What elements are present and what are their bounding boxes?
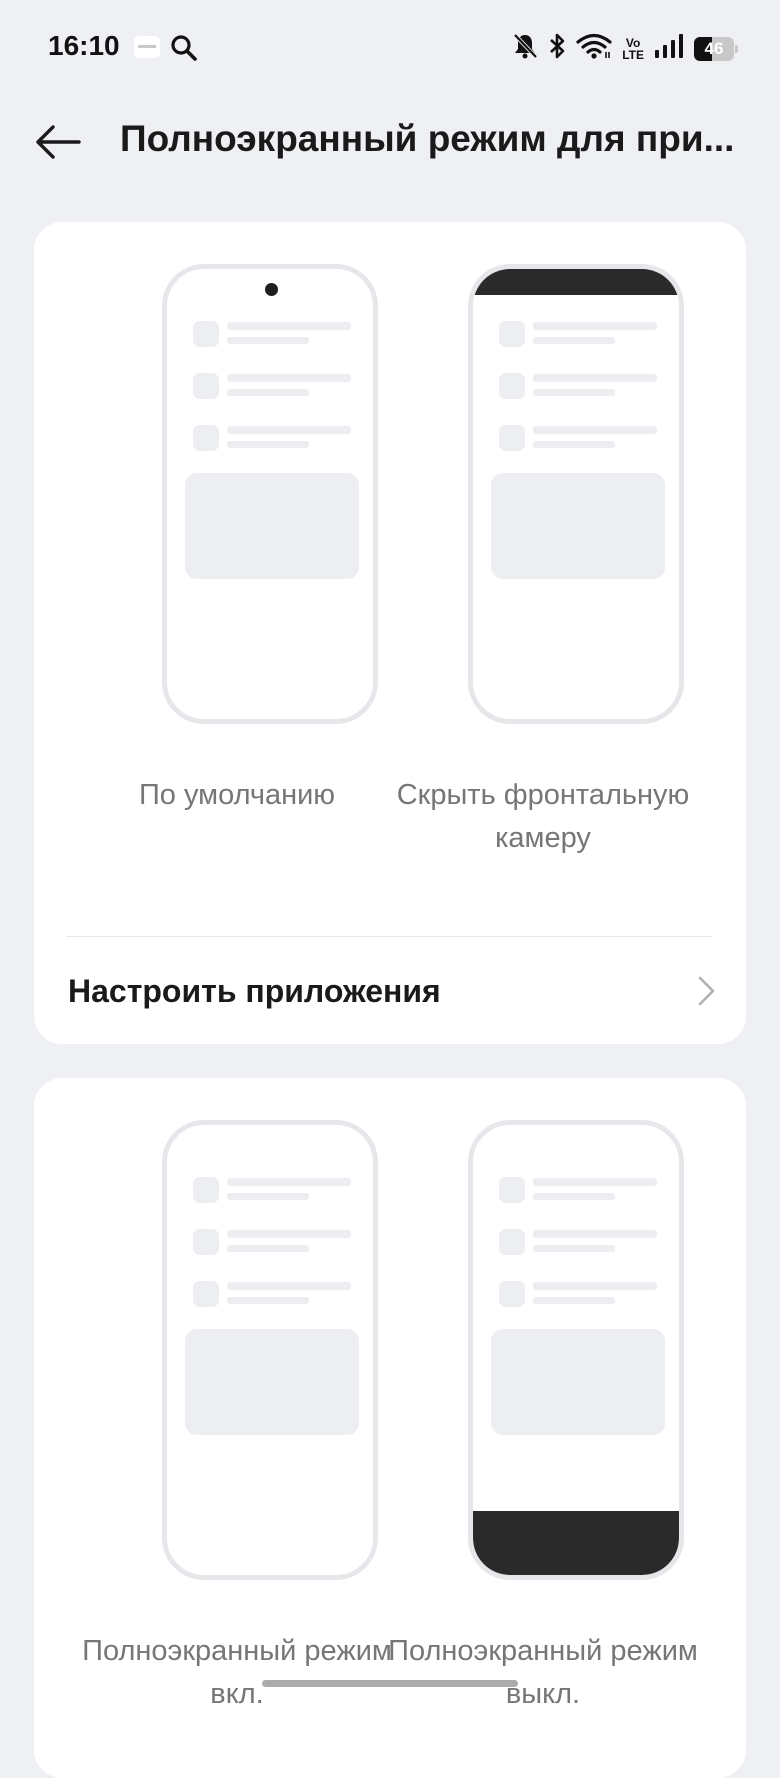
preview-list-item (193, 321, 353, 347)
fullscreen-mode-card: Полноэкранный режим вкл. Полноэкранный р… (34, 1078, 746, 1778)
preview-content-block (185, 473, 359, 579)
preview-list-item (499, 373, 659, 399)
battery-icon: 46 (694, 36, 738, 61)
phone-preview-camera-hidden (468, 264, 684, 724)
preview-content-block (491, 473, 665, 579)
preview-list-item (193, 1281, 353, 1307)
volte-bottom-label: LTE (622, 47, 644, 62)
preview-list-item (193, 373, 353, 399)
status-icons: Vo LTE 46 (512, 32, 738, 65)
configure-apps-label: Настроить приложения (68, 973, 441, 1009)
preview-list-item (193, 1177, 353, 1203)
phone-preview-fullscreen-on (162, 1120, 378, 1580)
battery-level: 46 (704, 38, 724, 58)
preview-list-item (499, 1281, 659, 1307)
option-label: Скрыть фронтальную камеру (396, 779, 690, 854)
search-icon (170, 34, 198, 67)
status-time: 16:10 (48, 30, 120, 61)
preview-list-item (499, 321, 659, 347)
chevron-right-icon (696, 975, 716, 1012)
preview-list-item (499, 425, 659, 451)
app-bar: Полноэкранный режим для при... (0, 96, 780, 188)
wifi-icon (576, 32, 612, 65)
black-top-bar (473, 269, 679, 295)
page-title: Полноэкранный режим для при... (120, 118, 735, 159)
bell-off-icon (512, 32, 538, 65)
preview-list-item (499, 1229, 659, 1255)
preview-content-block (491, 1329, 665, 1435)
preview-content-block (185, 1329, 359, 1435)
volte-icon: Vo LTE (622, 37, 644, 61)
option-label: Полноэкранный режим выкл. (388, 1635, 698, 1710)
phone-preview-default (162, 264, 378, 724)
black-bottom-bar (473, 1511, 679, 1575)
preview-list-item (193, 425, 353, 451)
arrow-left-icon (36, 125, 81, 159)
configure-apps-row[interactable]: Настроить приложения (34, 937, 746, 1044)
status-bar: 16:10 Vo LTE 46 (0, 0, 780, 96)
bluetooth-icon (548, 32, 566, 65)
camera-cutout-card: По умолчанию Скрыть фронтальную камеру Н… (34, 222, 746, 1044)
preview-list-item (499, 1177, 659, 1203)
gesture-navigation-bar[interactable] (262, 1680, 518, 1687)
signal-icon (654, 33, 684, 64)
back-button[interactable] (30, 116, 86, 168)
app-notification-icon (134, 36, 160, 58)
front-camera-dot (265, 283, 278, 296)
volte-top-label: Vo (625, 35, 641, 50)
preview-list-item (193, 1229, 353, 1255)
phone-preview-fullscreen-off (468, 1120, 684, 1580)
